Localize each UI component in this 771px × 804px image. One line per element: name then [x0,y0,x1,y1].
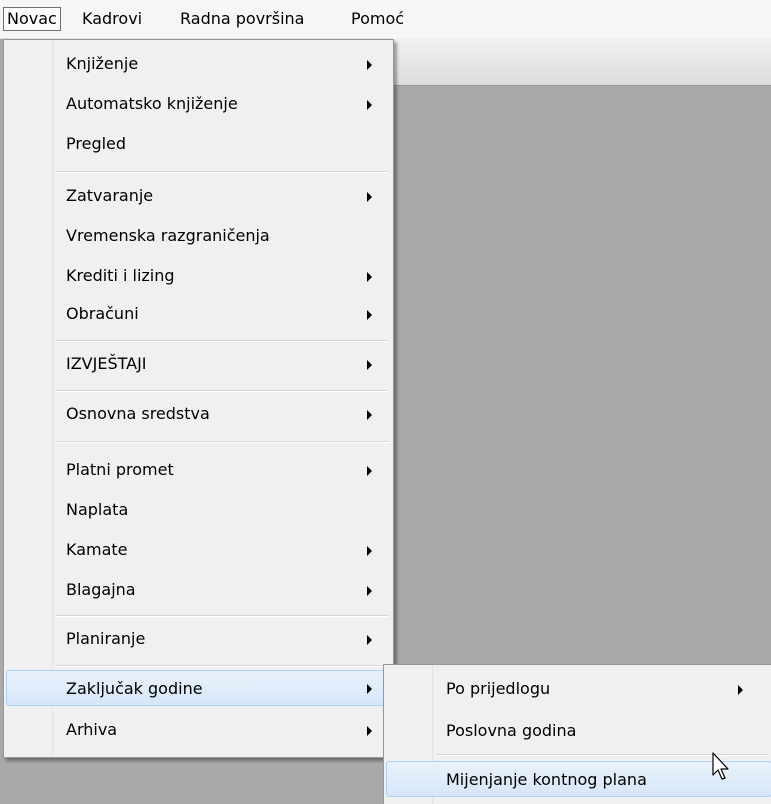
toolbar-strip [392,38,771,86]
triangle-right-icon [738,685,743,695]
menu-item-label: Arhiva [66,720,118,739]
triangle-right-icon [367,360,372,370]
menu-item-knjizenje[interactable]: Knjiženje [6,46,391,82]
menu-item-planiranje[interactable]: Planiranje [6,621,391,657]
menu-item-zatvaranje[interactable]: Zatvaranje [6,178,391,214]
menu-item-label: Naplata [66,500,129,519]
menu-separator [56,171,389,173]
triangle-right-icon [367,272,372,282]
menu-item-label: Kamate [66,540,128,559]
submenu-item-poslovna-godina[interactable]: Poslovna godina [386,713,770,749]
triangle-right-icon [367,635,372,645]
menu-novac[interactable]: Novac [3,7,61,31]
menu-pomoc[interactable]: Pomoć [348,7,407,31]
menu-separator [56,441,389,443]
menu-item-label: Krediti i lizing [66,266,175,285]
menu-item-label: Pregled [66,134,127,153]
menu-item-zakljucak-godine[interactable]: Zaključak godine [6,670,391,706]
menu-separator [56,340,389,342]
triangle-right-icon [367,586,372,596]
novac-dropdown-menu: Knjiženje Automatsko knjiženje Pregled Z… [3,39,394,758]
menu-item-label: Zatvaranje [66,186,154,205]
menu-item-vremenska-razgranicenja[interactable]: Vremenska razgraničenja [6,218,391,254]
menu-item-label: Automatsko knjiženje [66,94,238,113]
menu-item-label: Mijenjanje kontnog plana [446,770,647,789]
menu-item-platni-promet[interactable]: Platni promet [6,452,391,488]
menu-bar: Novac Kadrovi Radna površina Pomoć [0,0,771,39]
menu-item-label: Po prijedlogu [446,679,551,698]
menu-item-label: Planiranje [66,629,146,648]
menu-item-krediti-i-lizing[interactable]: Krediti i lizing [6,258,391,294]
menu-item-label: Zaključak godine [66,679,203,698]
triangle-right-icon [367,192,372,202]
menu-item-naplata[interactable]: Naplata [6,492,391,528]
menu-item-label: Platni promet [66,460,174,479]
menu-item-label: Blagajna [66,580,136,599]
triangle-right-icon [367,60,372,70]
zakljucak-godine-submenu: Po prijedlogu Poslovna godina Mijenjanje… [383,664,771,804]
triangle-right-icon [367,310,372,320]
menu-item-label: Knjiženje [66,54,139,73]
menu-item-obracuni[interactable]: Obračuni [6,296,391,332]
menu-item-kamate[interactable]: Kamate [6,532,391,568]
menu-item-pregled[interactable]: Pregled [6,126,391,162]
menu-item-label: Obračuni [66,304,139,323]
menu-radna-povrsina[interactable]: Radna površina [177,7,307,31]
menu-separator [56,390,389,392]
menu-item-automatsko-knjizenje[interactable]: Automatsko knjiženje [6,86,391,122]
triangle-right-icon [367,410,372,420]
menu-item-blagajna[interactable]: Blagajna [6,572,391,608]
menu-separator [56,665,389,667]
menu-item-arhiva[interactable]: Arhiva [6,712,391,748]
menu-item-izvjestaji[interactable]: IZVJEŠTAJI [6,346,391,382]
menu-item-osnovna-sredstva[interactable]: Osnovna sredstva [6,396,391,432]
menu-kadrovi[interactable]: Kadrovi [79,7,145,31]
triangle-right-icon [367,100,372,110]
menu-item-label: Poslovna godina [446,721,577,740]
menu-item-label: Osnovna sredstva [66,404,210,423]
mouse-pointer-icon [712,752,729,780]
triangle-right-icon [367,546,372,556]
triangle-right-icon [367,726,372,736]
menu-separator [56,615,389,617]
menu-item-label: IZVJEŠTAJI [66,354,147,373]
triangle-right-icon [367,466,372,476]
submenu-item-po-prijedlogu[interactable]: Po prijedlogu [386,671,770,707]
triangle-right-icon [367,684,372,694]
menu-item-label: Vremenska razgraničenja [66,226,270,245]
